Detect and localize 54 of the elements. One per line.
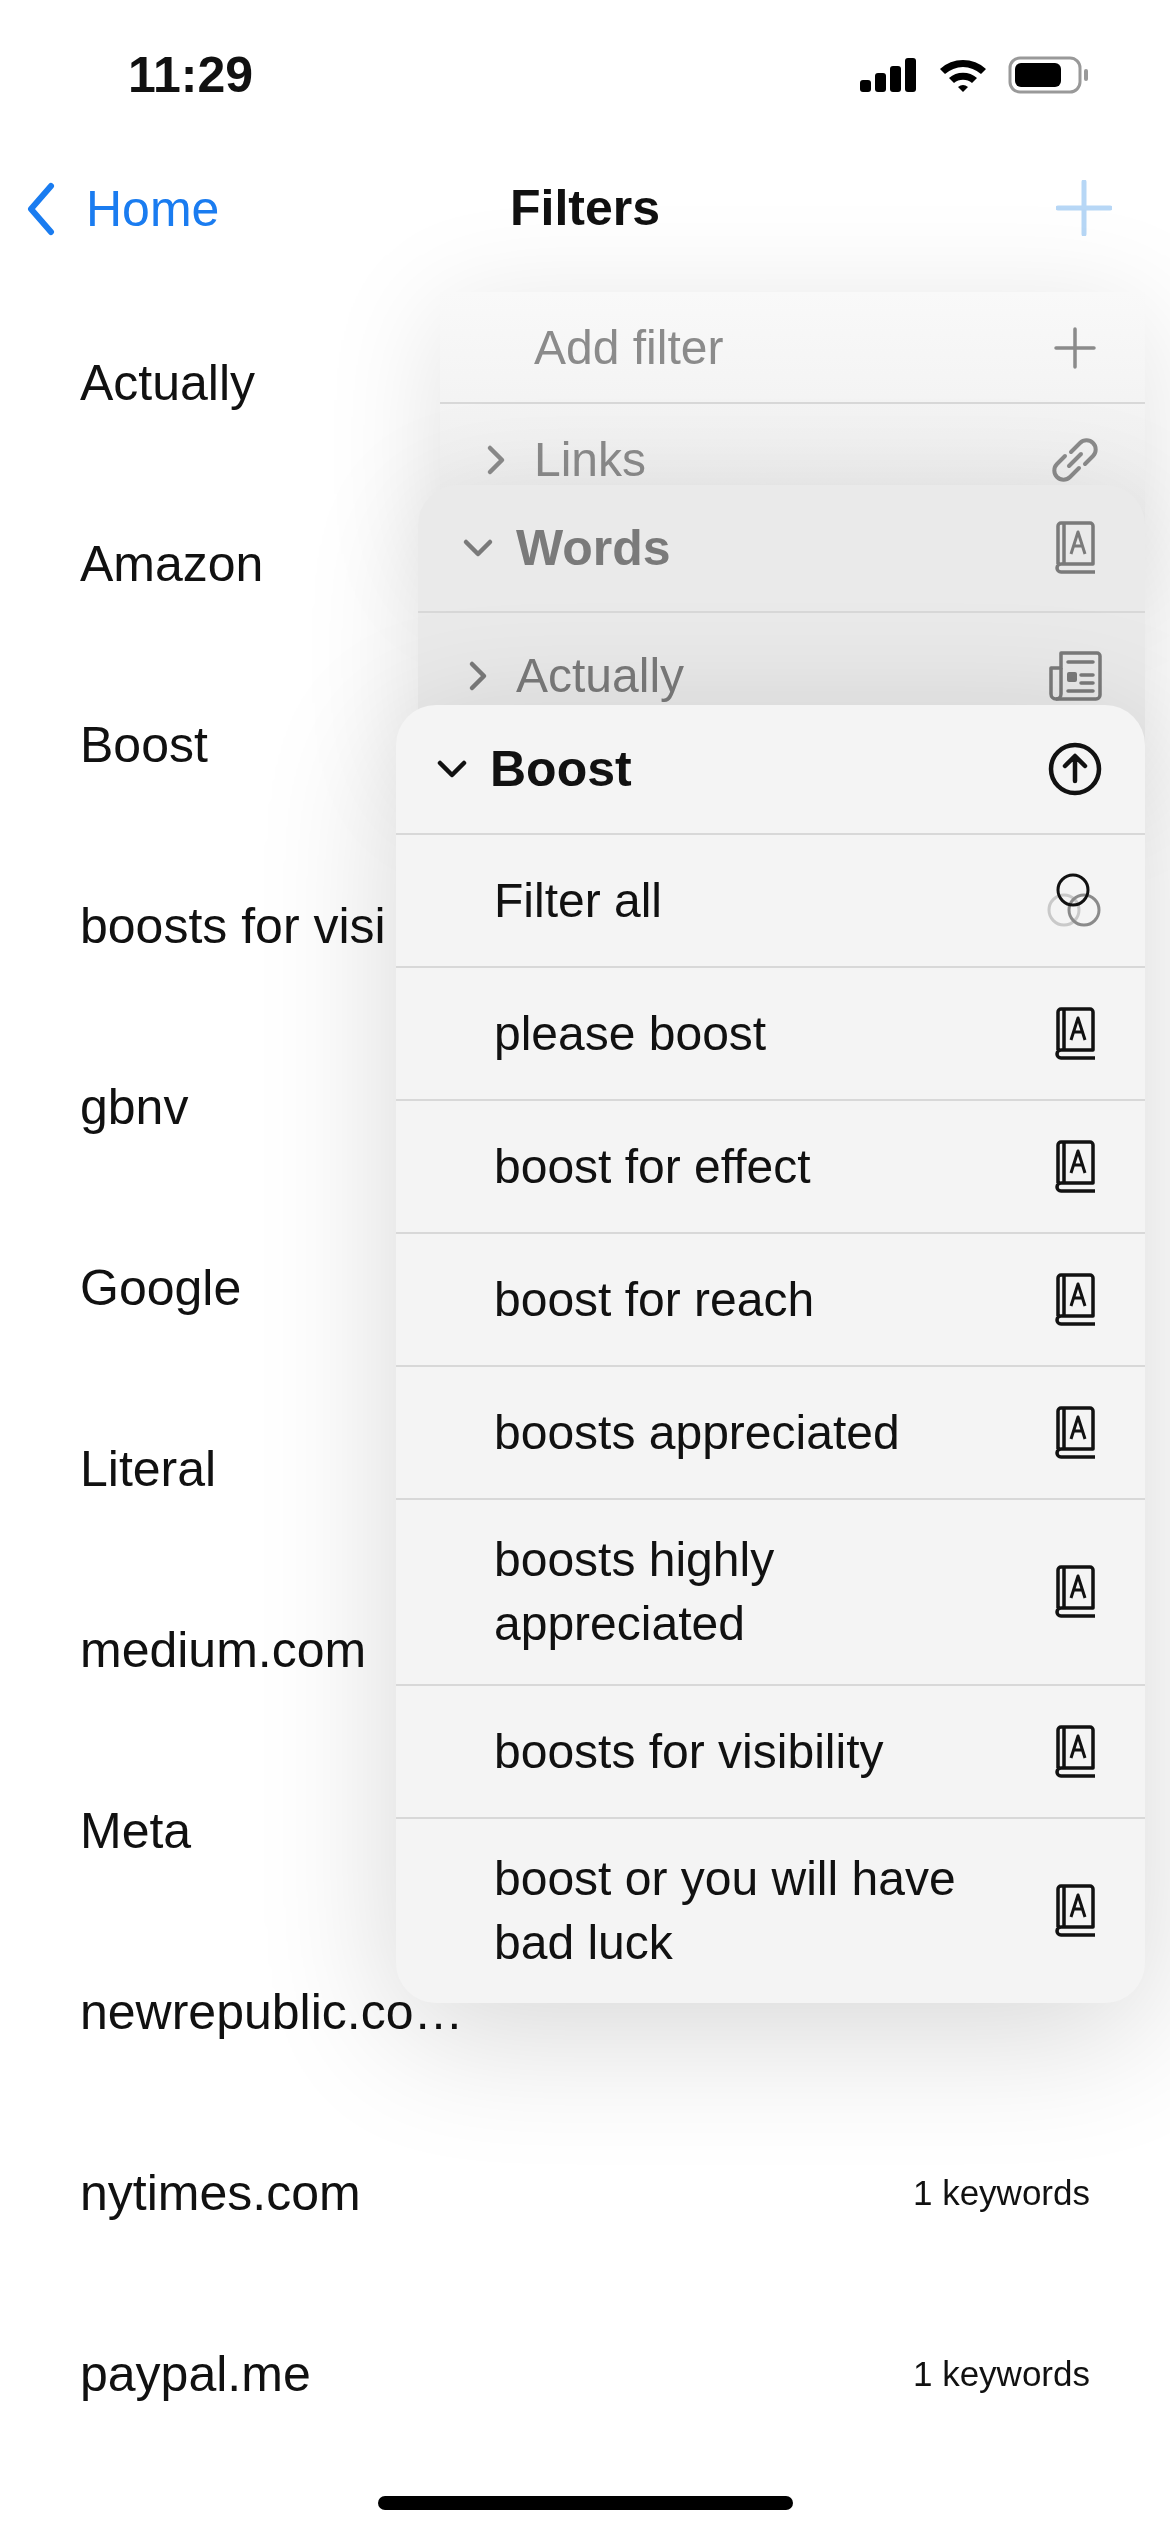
status-time: 11:29 — [128, 46, 254, 104]
menu-item-label: boost or you will have bad luck — [494, 1851, 957, 1971]
menu-item[interactable]: Words — [418, 485, 1145, 613]
menu-item-label: boosts highly appreciated — [494, 1532, 776, 1652]
filter-name[interactable]: medium.com — [80, 1620, 367, 1679]
book-icon — [1052, 1723, 1098, 1780]
book-icon — [1052, 520, 1098, 576]
wifi-icon — [938, 57, 988, 93]
menu-item-label: Filter all — [494, 872, 664, 929]
book-icon — [1052, 1271, 1098, 1328]
menu-item[interactable]: boosts appreciated — [396, 1367, 1145, 1500]
menu-item-label: Actually — [516, 648, 686, 704]
book-icon — [1052, 1138, 1098, 1195]
menu-item[interactable]: boost for reach — [396, 1234, 1145, 1367]
menu-item[interactable]: boosts for visibility — [396, 1686, 1145, 1819]
filter-name[interactable]: boosts for visi — [80, 896, 386, 955]
back-button[interactable]: Home — [26, 180, 220, 238]
filter-name[interactable]: Meta — [80, 1801, 192, 1860]
menu-item[interactable]: Filter all — [396, 835, 1145, 968]
filter-name[interactable]: Literal — [80, 1439, 217, 1498]
filter-name[interactable]: gbnv — [80, 1077, 189, 1136]
filter-name[interactable]: nytimes.com — [80, 2163, 361, 2222]
keyword-count: 1 keywords — [912, 2172, 1090, 2213]
keyword-count: 1 keywords — [912, 2353, 1090, 2394]
menu-item-label: boosts appreciated — [494, 1404, 901, 1461]
menu-item-label: Add filter — [534, 320, 725, 376]
nav-title: Filters — [509, 179, 661, 237]
add-icon[interactable] — [1056, 180, 1112, 236]
filter-name[interactable]: Amazon — [80, 534, 264, 593]
book-icon — [1052, 1883, 1098, 1939]
back-chevron-icon — [26, 182, 56, 236]
menu-item-label: boost for reach — [494, 1271, 816, 1328]
menu-item-label: please boost — [494, 1005, 768, 1062]
plus-icon — [1053, 326, 1097, 370]
menu-item[interactable]: boosts highly appreciated — [396, 1500, 1145, 1686]
book-icon — [1052, 1005, 1098, 1062]
menu-item-label: boosts for visibility — [494, 1723, 885, 1780]
menu-item-label: boost for effect — [494, 1138, 812, 1195]
signal-icon — [860, 58, 918, 92]
menu-item-label: Links — [534, 432, 648, 488]
menu-item[interactable]: please boost — [396, 968, 1145, 1101]
book-icon — [1052, 1404, 1098, 1461]
filter-name[interactable]: Actually — [80, 353, 256, 412]
filter-name[interactable]: paypal.me — [80, 2344, 311, 2403]
menu-item-label: Words — [516, 519, 672, 578]
filter-name[interactable]: Boost — [80, 715, 208, 774]
menu-item[interactable]: boost for effect — [396, 1101, 1145, 1234]
menu-item[interactable]: Boost — [396, 705, 1145, 835]
menu-item-label: Boost — [490, 740, 633, 799]
battery-icon — [1008, 56, 1090, 94]
filter-name[interactable]: Google — [80, 1258, 242, 1317]
arrow-up-circle-icon — [1047, 741, 1103, 797]
newspaper-icon — [1047, 648, 1103, 704]
book-icon — [1052, 1564, 1098, 1620]
